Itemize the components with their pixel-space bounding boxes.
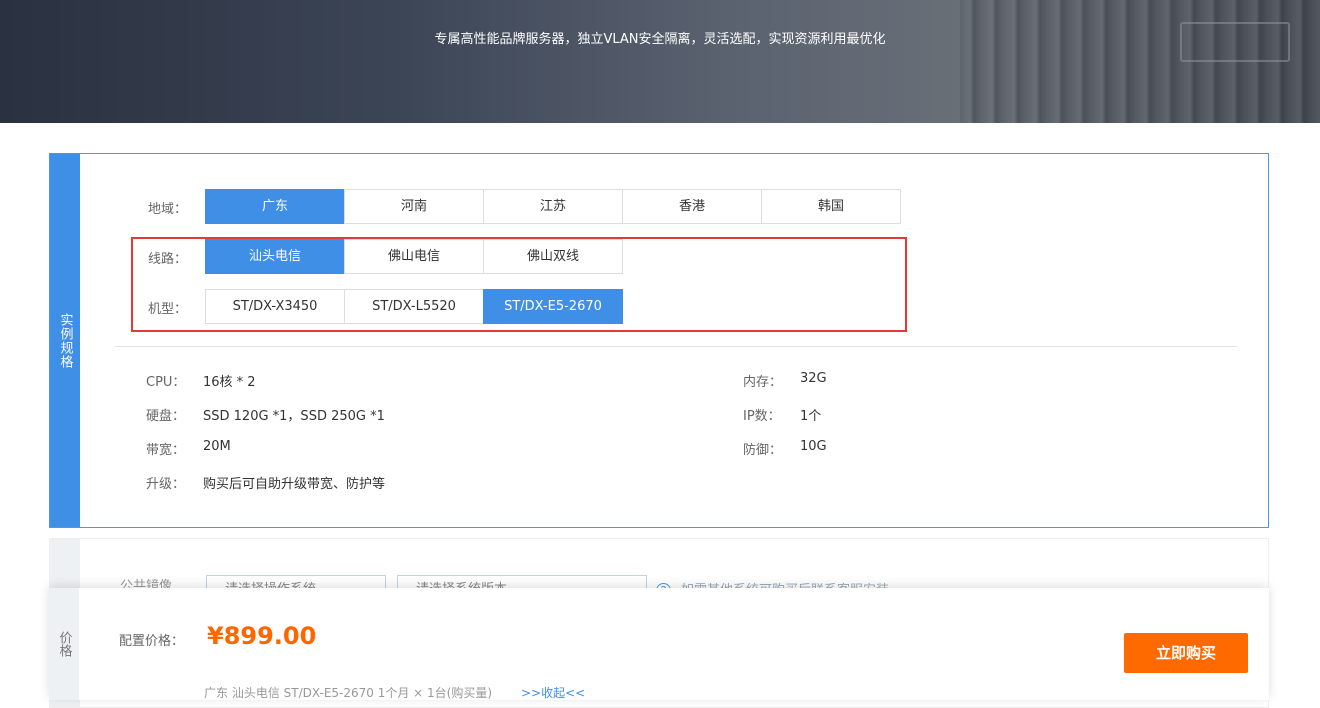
line-option-foshan-dual[interactable]: 佛山双线 bbox=[483, 239, 623, 274]
region-option-guangdong[interactable]: 广东 bbox=[205, 189, 345, 224]
price-value: ¥899.00 bbox=[207, 622, 317, 650]
region-option-hongkong[interactable]: 香港 bbox=[622, 189, 762, 224]
upgrade-value: 购买后可自助升级带宽、防护等 bbox=[203, 477, 386, 492]
collapse-link[interactable]: >>收起<< bbox=[521, 684, 585, 701]
defense-key: 防御： bbox=[743, 443, 783, 458]
region-option-korea[interactable]: 韩国 bbox=[761, 189, 901, 224]
spec-divider bbox=[115, 346, 1237, 347]
region-option-jiangsu[interactable]: 江苏 bbox=[483, 189, 623, 224]
cpu-key: CPU： bbox=[146, 375, 186, 390]
model-option-l5520[interactable]: ST/DX-L5520 bbox=[344, 289, 484, 324]
line-option-foshan-telecom[interactable]: 佛山电信 bbox=[344, 239, 484, 274]
buy-now-button[interactable]: 立即购买 bbox=[1124, 633, 1248, 673]
price-label: 配置价格： bbox=[119, 634, 185, 649]
ip-value: 1个 bbox=[800, 409, 822, 424]
disk-value: SSD 120G *1，SSD 250G *1 bbox=[203, 409, 385, 424]
banner: 专属高性能品牌服务器，独立VLAN安全隔离，灵活选配，实现资源利用最优化 bbox=[0, 0, 1320, 123]
cpu-value: 16核 * 2 bbox=[203, 375, 256, 390]
model-option-x3450[interactable]: ST/DX-X3450 bbox=[205, 289, 345, 324]
ip-key: IP数： bbox=[743, 409, 781, 424]
region-option-henan[interactable]: 河南 bbox=[344, 189, 484, 224]
bandwidth-key: 带宽： bbox=[146, 443, 186, 458]
defense-value: 10G bbox=[800, 439, 827, 454]
model-option-e5-2670[interactable]: ST/DX-E5-2670 bbox=[483, 289, 623, 324]
region-label: 地域： bbox=[148, 202, 188, 217]
line-option-shantou-telecom[interactable]: 汕头电信 bbox=[205, 239, 345, 274]
spec-side-tab: 实例规格 bbox=[50, 154, 80, 527]
order-summary: 广东 汕头电信 ST/DX-E5-2670 1个月 × 1台(购买量) bbox=[204, 686, 493, 700]
model-label: 机型： bbox=[148, 302, 188, 317]
price-bar: 价格 配置价格： ¥899.00 广东 汕头电信 ST/DX-E5-2670 1… bbox=[49, 588, 1269, 700]
memory-key: 内存： bbox=[743, 375, 783, 390]
instance-spec-panel: 实例规格 地域： 广东 河南 江苏 香港 韩国 线路： 汕头电信 佛山电信 佛山… bbox=[49, 153, 1269, 528]
disk-key: 硬盘： bbox=[146, 409, 186, 424]
bandwidth-value: 20M bbox=[203, 439, 231, 454]
banner-tagline: 专属高性能品牌服务器，独立VLAN安全隔离，灵活选配，实现资源利用最优化 bbox=[434, 32, 886, 47]
line-label: 线路： bbox=[148, 252, 188, 267]
price-side-tab: 价格 bbox=[49, 588, 79, 700]
memory-value: 32G bbox=[800, 371, 827, 386]
upgrade-key: 升级： bbox=[146, 477, 186, 492]
